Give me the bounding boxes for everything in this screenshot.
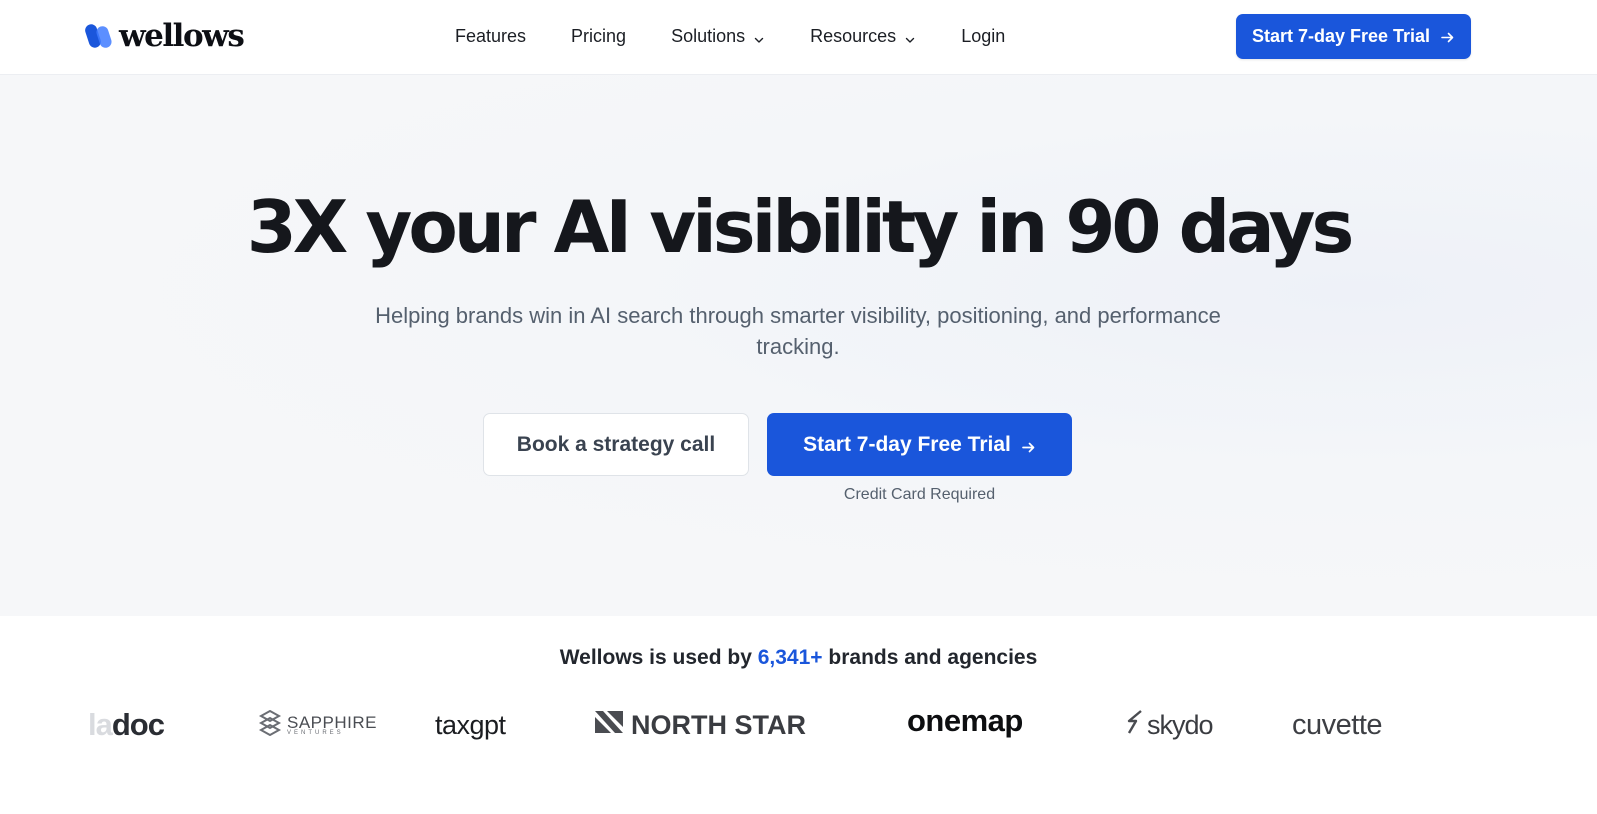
skydo-mark-icon — [1126, 709, 1144, 742]
northstar-mark-icon — [593, 709, 625, 742]
nav-login[interactable]: Login — [961, 26, 1005, 47]
taxgpt-logo: taxgpt — [435, 700, 506, 750]
header-cta-label: Start 7-day Free Trial — [1251, 26, 1431, 46]
brands-suffix: brands and agencies — [828, 646, 1038, 669]
hero-free-trial-button[interactable]: Start 7-day Free Trial — [767, 413, 1072, 476]
sapphire-mark-icon — [258, 709, 282, 741]
hero-subtitle: Helping brands win in AI search through … — [375, 303, 1221, 359]
onemap-logo-text: onemap — [907, 703, 1023, 738]
taxgpt-logo-text: taxgpt — [435, 709, 506, 740]
hero-section: 3X your AI visibility in 90 days Helping… — [0, 75, 1597, 616]
ladoc-logo-faded-text: la — [88, 707, 113, 742]
brands-prefix: Wellows is used by — [559, 646, 752, 669]
main-nav: Features Pricing Solutions Resources Log… — [455, 20, 1050, 52]
cuvette-logo-text: cuvette — [1292, 708, 1383, 741]
sapphire-logo-subtext: VENTURES — [287, 729, 344, 736]
arrow-right-icon — [1021, 437, 1036, 453]
skydo-logo-text: skydo — [1147, 709, 1214, 740]
wellows-logo-mark-icon — [85, 20, 115, 52]
onemap-logo: onemap — [907, 696, 1023, 746]
ladoc-logo-text: doc — [111, 707, 165, 742]
header-free-trial-button[interactable]: Start 7-day Free Trial — [1236, 14, 1471, 59]
site-header: wellows Features Pricing Solutions Resou… — [0, 0, 1597, 75]
chevron-down-icon — [753, 30, 765, 43]
nav-login-label: Login — [961, 25, 1006, 46]
sapphire-logo-text: SAPPHIRE — [287, 712, 377, 732]
credit-card-note: Credit Card Required — [843, 486, 996, 503]
nav-pricing[interactable]: Pricing — [571, 26, 626, 47]
nav-features[interactable]: Features — [455, 26, 526, 47]
nav-features-label: Features — [455, 25, 527, 46]
northstar-logo-text: NORTH STAR — [631, 709, 806, 740]
book-strategy-call-button[interactable]: Book a strategy call — [483, 413, 749, 476]
sapphire-ventures-logo: SAPPHIRE VENTURES — [258, 700, 377, 750]
arrow-right-icon — [1440, 29, 1455, 44]
skydo-logo: skydo — [1126, 700, 1214, 750]
brands-heading: Wellows is used by 6,341+ brands and age… — [0, 646, 1597, 670]
hero-title: 3X your AI visibility in 90 days — [246, 185, 1355, 269]
hero-free-trial-label: Start 7-day Free Trial — [803, 432, 1011, 456]
ladoc-logo: la doc — [88, 700, 165, 750]
nav-resources[interactable]: Resources — [810, 26, 916, 47]
nav-solutions[interactable]: Solutions — [671, 26, 765, 47]
cuvette-logo: cuvette — [1292, 700, 1383, 750]
nav-pricing-label: Pricing — [571, 25, 627, 46]
brands-count: 6,341+ — [757, 646, 823, 669]
nav-solutions-label: Solutions — [671, 25, 746, 46]
wellows-logo[interactable]: wellows — [85, 16, 245, 56]
nav-resources-label: Resources — [810, 25, 897, 46]
northstar-logo: NORTH STAR — [593, 700, 806, 750]
book-strategy-call-label: Book a strategy call — [516, 432, 716, 456]
brand-logo-strip: la doc SAPPHIRE VENTURES taxgpt NORTH STA… — [0, 700, 1597, 750]
chevron-down-icon — [904, 30, 916, 43]
logo-wordmark: wellows — [119, 17, 245, 54]
